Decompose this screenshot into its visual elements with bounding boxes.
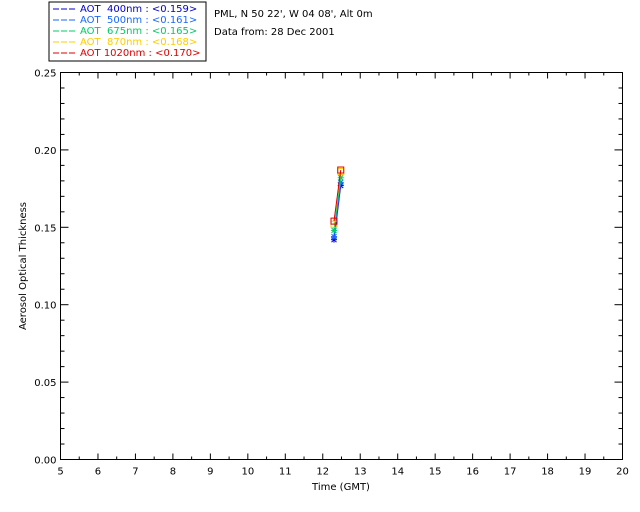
legend-entry: AOT 500nm : <0.161> [80, 15, 197, 26]
x-tick-label: 20 [616, 467, 629, 478]
x-tick-label: 13 [354, 467, 367, 478]
y-tick-label: 0.25 [34, 69, 56, 80]
x-tick-label: 5 [57, 467, 63, 478]
x-tick-label: 14 [391, 467, 404, 478]
aot-chart: AOT 400nm : <0.159>AOT 500nm : <0.161>AO… [18, 1, 629, 493]
y-tick-label: 0.20 [34, 146, 56, 157]
x-tick-label: 7 [132, 467, 138, 478]
y-tick-label: 0.10 [34, 301, 56, 312]
series-layer [330, 166, 345, 243]
data-point [337, 174, 344, 181]
series-line [333, 182, 342, 237]
x-axis: 5 6 7 8 9 10 11 12 13 14 15 16 17 18 19 20 [57, 72, 629, 478]
y-tick-label: 0.05 [34, 378, 56, 389]
data-point [331, 227, 338, 234]
x-tick-label: 18 [541, 467, 554, 478]
legend-entry: AOT 400nm : <0.159> [80, 4, 197, 15]
legend-entry: AOT 1020nm : <0.170> [80, 48, 200, 59]
x-tick-label: 12 [316, 467, 329, 478]
date-info: Data from: 28 Dec 2001 [214, 27, 335, 38]
y-tick-label: 0.00 [34, 456, 56, 467]
x-tick-label: 19 [579, 467, 592, 478]
x-tick-label: 10 [241, 467, 254, 478]
legend-entry: AOT 870nm : <0.168> [80, 37, 197, 48]
x-tick-label: 9 [207, 467, 213, 478]
x-tick-label: 16 [466, 467, 479, 478]
y-axis-label: Aerosol Optical Thickness [18, 202, 29, 330]
x-tick-label: 6 [95, 467, 101, 478]
x-tick-label: 11 [279, 467, 292, 478]
data-point [331, 233, 338, 240]
legend: AOT 400nm : <0.159>AOT 500nm : <0.161>AO… [48, 1, 207, 62]
x-tick-label: 8 [170, 467, 176, 478]
plot-frame [60, 72, 623, 460]
legend-entry: AOT 675nm : <0.165> [80, 26, 197, 37]
x-axis-label: Time (GMT) [311, 482, 370, 493]
site-info: PML, N 50 22', W 04 08', Alt 0m [214, 9, 373, 20]
y-axis: 0.00 0.05 0.10 0.15 0.20 0.25 [34, 69, 623, 467]
x-tick-label: 17 [504, 467, 517, 478]
y-tick-label: 0.15 [34, 223, 56, 234]
x-tick-label: 15 [429, 467, 442, 478]
